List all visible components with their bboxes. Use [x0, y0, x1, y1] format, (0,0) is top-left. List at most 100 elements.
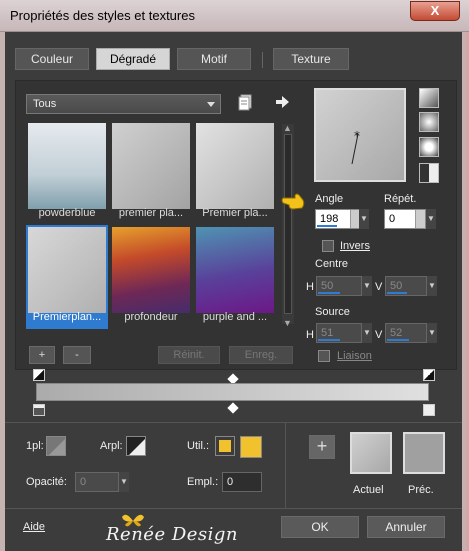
scrollbar-thumb[interactable] [284, 134, 292, 314]
gradient-tile-powderblue[interactable]: powderblue [26, 121, 108, 225]
linear-style-icon[interactable] [419, 88, 439, 108]
tile-label: premier pla... [118, 207, 184, 219]
source-h-value: 51 [321, 327, 334, 339]
cancel-button[interactable]: Annuler [367, 516, 445, 538]
tab-couleur[interactable]: Couleur [15, 48, 89, 70]
chevron-down-icon[interactable]: ▼ [426, 209, 436, 229]
opacity-value: 0 [80, 476, 87, 488]
angle-value: 198 [320, 213, 339, 225]
gradient-tile-profondeur[interactable]: profondeur [110, 225, 192, 329]
gradient-swatch [28, 123, 106, 209]
use-color-label: Util.: [187, 440, 209, 452]
add-to-swatches-button[interactable]: + [309, 435, 335, 459]
angle-handle-icon: * [351, 129, 360, 165]
gradient-tile-premier-plan-2[interactable]: Premier pla... [194, 121, 276, 225]
opacity-input[interactable]: 0 [75, 472, 119, 492]
tile-label: profondeur [124, 311, 178, 323]
source-v-input[interactable]: 52 [385, 323, 427, 343]
rectangular-style-icon[interactable] [419, 112, 439, 132]
ok-button[interactable]: OK [281, 516, 359, 538]
center-h-label: H [306, 281, 314, 293]
center-h-slider-bar [318, 292, 340, 294]
resource-manager-icon[interactable] [238, 93, 254, 111]
previous-label: Préc. [408, 484, 434, 496]
tile-label: powderblue [38, 207, 96, 219]
opacity-stop-left[interactable] [33, 369, 45, 381]
source-h-slider-bar [318, 339, 340, 341]
tile-label: Premierplan... [32, 311, 102, 323]
repeat-label: Répét. [384, 193, 417, 205]
source-h-input[interactable]: 51 [316, 323, 362, 343]
category-value: Tous [33, 98, 57, 110]
repeat-value: 0 [389, 213, 396, 225]
spin-arrows-icon[interactable] [415, 210, 425, 228]
background-stop-label: Arpl: [100, 440, 123, 452]
previous-style-swatch[interactable] [403, 432, 445, 474]
location-value: 0 [227, 476, 234, 488]
center-v-input[interactable]: 50 [385, 276, 427, 296]
chevron-down-icon[interactable]: ▼ [427, 276, 437, 296]
color-stop-left[interactable] [33, 404, 45, 416]
gradient-swatch [28, 227, 106, 313]
close-button[interactable]: X [410, 1, 460, 21]
angle-slider-bar [317, 225, 337, 227]
tab-texture[interactable]: Texture [273, 48, 349, 70]
background-stop-swatch[interactable] [126, 436, 146, 456]
center-h-input[interactable]: 50 [316, 276, 362, 296]
chevron-down-icon[interactable]: ▼ [362, 323, 372, 343]
arrow-right-icon[interactable] [274, 94, 290, 110]
current-style-swatch[interactable] [350, 432, 392, 474]
use-color-swatch-2[interactable] [240, 436, 262, 458]
location-input[interactable]: 0 [222, 472, 262, 492]
add-gradient-button[interactable]: + [29, 346, 55, 364]
chevron-up-icon[interactable]: ▲ [283, 123, 292, 133]
angle-input[interactable]: 198 [315, 209, 361, 229]
gradient-preview[interactable]: * [314, 88, 406, 182]
divider [285, 422, 286, 510]
pointer-hand-icon [281, 192, 307, 212]
invert-label: Invers [340, 240, 370, 252]
window-title: Propriétés des styles et textures [10, 8, 195, 23]
sunburst-style-icon[interactable] [419, 137, 439, 157]
chevron-down-icon[interactable]: ▼ [427, 323, 437, 343]
use-color-swatch-1[interactable] [215, 436, 235, 456]
gradient-swatch [112, 227, 190, 313]
center-h-value: 50 [321, 280, 334, 292]
location-label: Empl.: [187, 476, 219, 488]
divider [5, 508, 462, 509]
gradient-editor-bar[interactable] [36, 383, 429, 401]
remove-gradient-button[interactable]: - [63, 346, 91, 364]
gradient-tile-premier-plan-1[interactable]: premier pla... [110, 121, 192, 225]
reset-button[interactable]: Réinit. [158, 346, 220, 364]
color-stop-right[interactable] [423, 404, 435, 416]
source-v-value: 52 [390, 327, 403, 339]
foreground-stop-label: 1pl: [26, 440, 44, 452]
link-checkbox[interactable] [318, 350, 330, 362]
gradient-tile-premierplan-selected[interactable]: Premierplan... [26, 225, 108, 329]
radial-style-icon[interactable] [419, 163, 439, 183]
link-label: Liaison [337, 350, 372, 362]
category-dropdown[interactable]: Tous [26, 94, 221, 114]
foreground-stop-swatch[interactable] [46, 436, 66, 456]
save-gradient-button[interactable]: Enreg. [229, 346, 293, 364]
source-label: Source [315, 306, 350, 318]
chevron-down-icon[interactable]: ▼ [283, 318, 292, 328]
invert-checkbox[interactable] [322, 240, 334, 252]
center-label: Centre [315, 258, 349, 270]
tile-label: Premier pla... [202, 207, 268, 219]
window-frame-right [462, 32, 469, 551]
opacity-stop-right[interactable] [423, 369, 435, 381]
svg-text:*: * [354, 129, 360, 143]
tab-degrade[interactable]: Dégradé [96, 48, 170, 70]
divider [5, 422, 462, 423]
tab-motif[interactable]: Motif [177, 48, 251, 70]
gradient-tile-purple-and[interactable]: purple and ... [194, 225, 276, 329]
help-link[interactable]: Aide [23, 521, 45, 533]
chevron-down-icon[interactable]: ▼ [362, 276, 372, 296]
tile-label: purple and ... [202, 311, 268, 323]
center-v-value: 50 [390, 280, 403, 292]
chevron-down-icon[interactable]: ▼ [359, 209, 369, 229]
source-h-label: H [306, 329, 314, 341]
repeat-input[interactable]: 0 [384, 209, 426, 229]
chevron-down-icon[interactable]: ▼ [119, 472, 129, 492]
